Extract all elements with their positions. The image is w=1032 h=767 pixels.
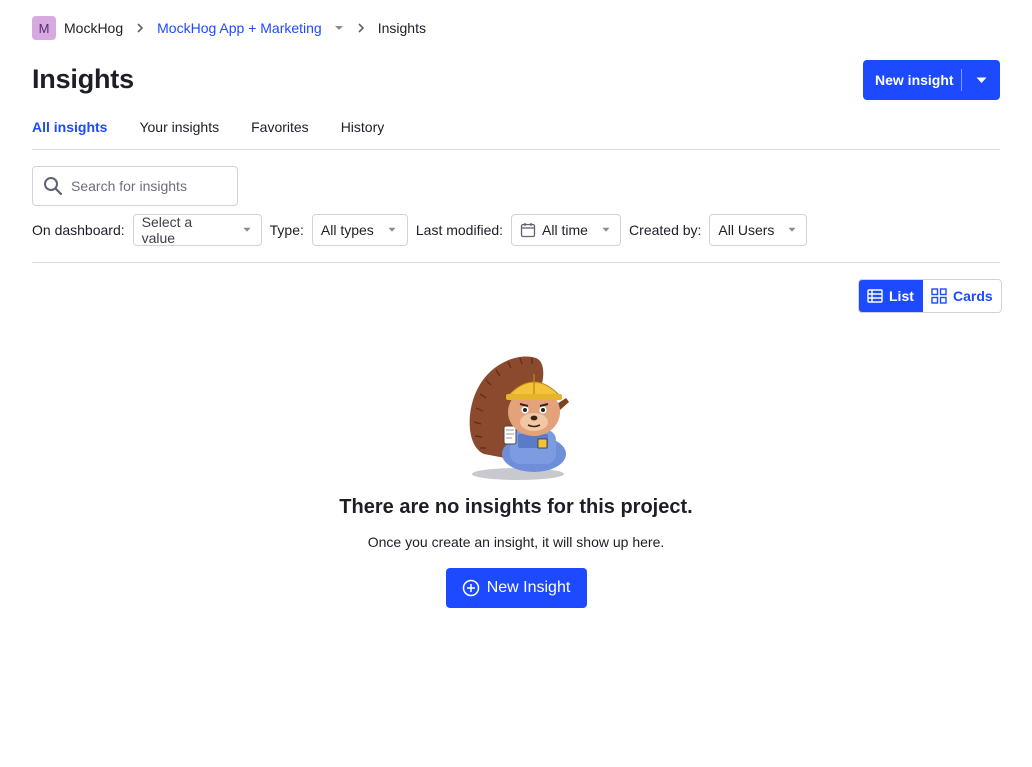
search-icon [43, 176, 63, 196]
tab-all-insights[interactable]: All insights [32, 117, 107, 137]
last-modified-value: All time [542, 222, 588, 238]
page-title: Insights [32, 64, 134, 94]
cards-view-label: Cards [953, 288, 993, 304]
search-input[interactable]: Search for insights [32, 166, 238, 206]
search-placeholder: Search for insights [71, 178, 187, 194]
tab-your-insights[interactable]: Your insights [139, 117, 219, 137]
empty-state-title: There are no insights for this project. [339, 496, 693, 518]
caret-down-icon[interactable] [334, 23, 344, 33]
caret-down-icon [243, 226, 251, 234]
list-view-label: List [889, 288, 914, 304]
new-insight-dropdown-button[interactable] [962, 60, 1000, 100]
tab-history[interactable]: History [341, 117, 385, 137]
caret-down-icon [602, 226, 610, 234]
org-avatar[interactable]: M [32, 16, 56, 40]
breadcrumb-project[interactable]: MockHog App + Marketing [157, 20, 322, 36]
breadcrumb: M MockHog MockHog App + Marketing Insigh… [32, 16, 426, 40]
cards-view-button[interactable]: Cards [923, 280, 1001, 312]
plus-circle-icon [462, 579, 480, 597]
type-select-value: All types [320, 222, 374, 238]
list-view-button[interactable]: List [859, 280, 923, 312]
divider [32, 262, 1000, 263]
dashboard-select-value: Select a value [141, 214, 193, 246]
dashboard-select[interactable]: Select a value [132, 214, 262, 246]
empty-state-description: Once you create an insight, it will show… [367, 534, 665, 550]
caret-down-icon [976, 77, 986, 83]
caret-down-icon [788, 226, 796, 234]
list-icon [867, 288, 883, 304]
tab-favorites[interactable]: Favorites [251, 117, 309, 137]
dashboard-filter-label: On dashboard: [32, 222, 125, 238]
type-select[interactable]: All types [311, 214, 408, 246]
created-by-select[interactable]: All Users [709, 214, 808, 246]
breadcrumb-current: Insights [377, 20, 426, 36]
hedgehog-illustration [469, 356, 569, 480]
type-filter-label: Type: [269, 222, 304, 238]
empty-state: There are no insights for this project. … [0, 350, 1032, 608]
filters-bar: On dashboard: Select a value Type: All t… [32, 214, 815, 246]
view-toggle: List Cards [858, 279, 1002, 313]
empty-state-new-insight-button[interactable]: New Insight [445, 568, 587, 608]
empty-state-button-label: New Insight [486, 579, 571, 596]
last-modified-select[interactable]: All time [511, 214, 622, 246]
grid-icon [931, 288, 947, 304]
new-insight-button[interactable]: New insight [863, 60, 1000, 100]
calendar-icon [520, 222, 536, 238]
caret-down-icon [388, 226, 396, 234]
new-insight-button-label[interactable]: New insight [863, 60, 961, 100]
created-by-filter-label: Created by: [629, 222, 702, 238]
insights-tabs: All insights Your insights Favorites His… [32, 117, 1000, 150]
chevron-right-icon [356, 23, 366, 33]
created-by-value: All Users [718, 222, 775, 238]
chevron-right-icon [135, 23, 145, 33]
modified-filter-label: Last modified: [415, 222, 504, 238]
breadcrumb-org[interactable]: MockHog [64, 20, 123, 36]
